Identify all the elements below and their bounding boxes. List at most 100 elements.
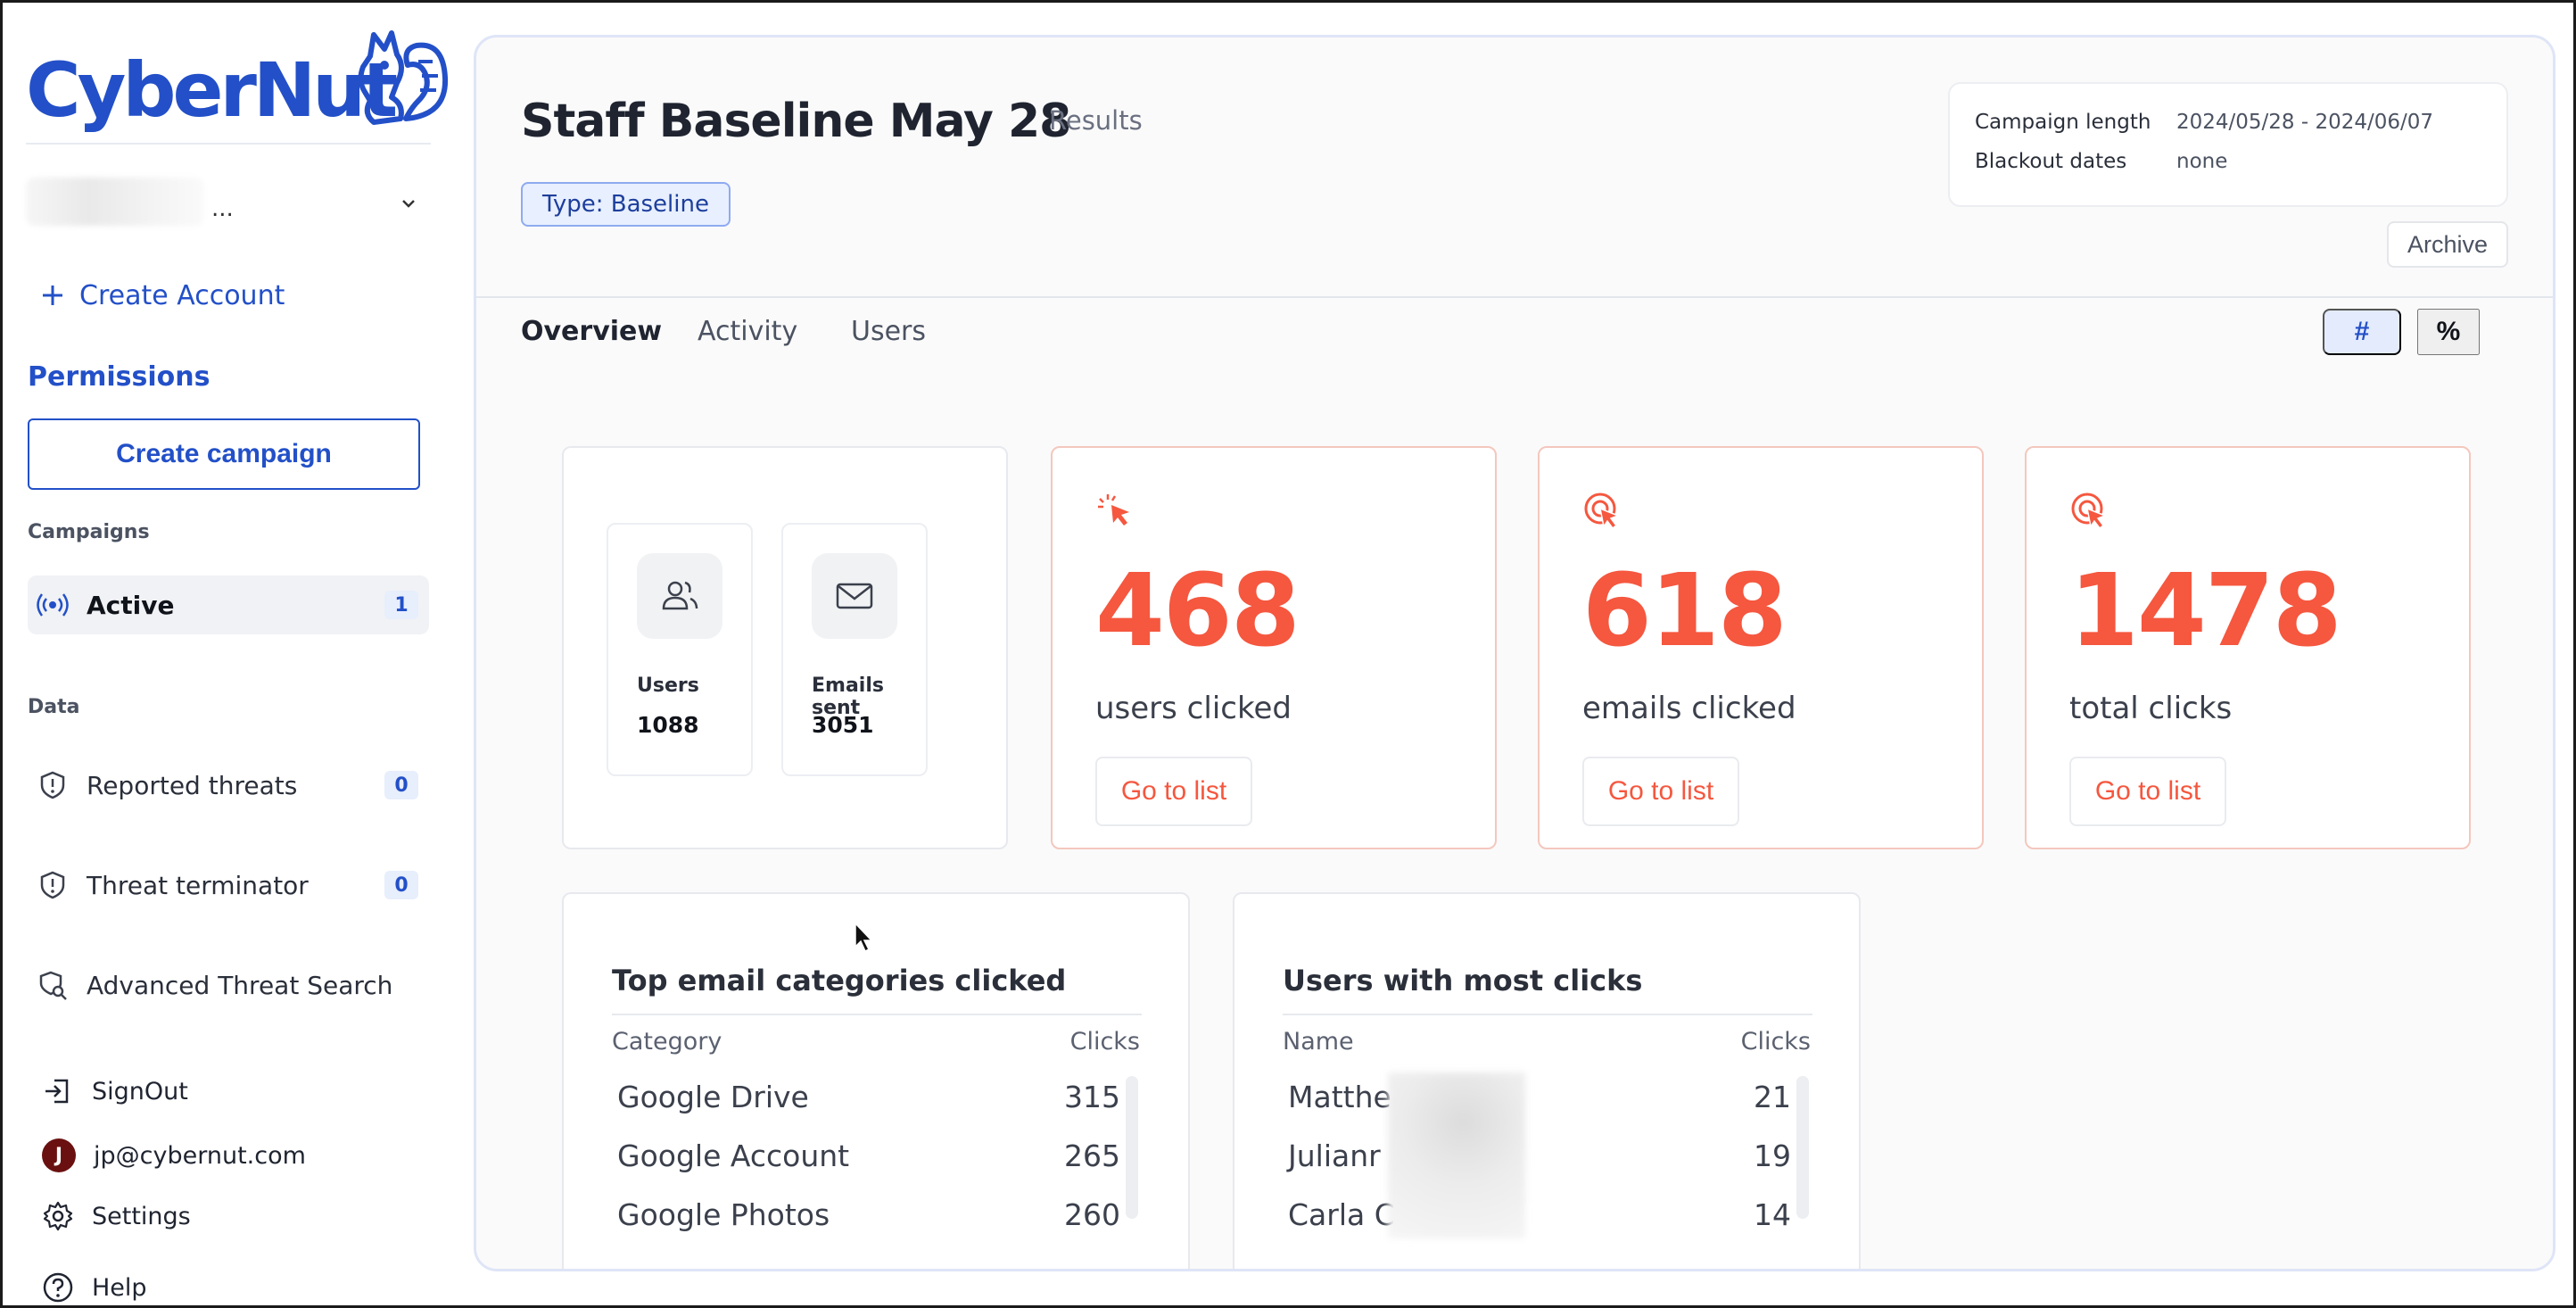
name-column-header: Name	[1283, 1028, 1354, 1056]
top-categories-card: Top email categories clicked Category Cl…	[562, 892, 1190, 1269]
campaign-length-row: Campaign length 2024/05/28 - 2024/06/07	[1975, 111, 2433, 134]
redacted-names	[1388, 1072, 1525, 1238]
count-badge: 0	[384, 771, 418, 799]
emails-clicked-value: 618	[1582, 553, 1788, 669]
category-row-clicks: 265	[1064, 1138, 1120, 1173]
account-selector-value: ...	[211, 195, 234, 222]
users-label: Users	[637, 675, 699, 697]
mail-icon-container	[812, 553, 897, 639]
chevron-down-icon[interactable]	[399, 194, 418, 213]
archive-button[interactable]: Archive	[2387, 221, 2508, 268]
top-categories-title: Top email categories clicked	[612, 964, 1067, 998]
sidebar-item-label: Active	[87, 590, 175, 620]
category-row-clicks: 260	[1064, 1197, 1120, 1232]
total-clicks-card: 1478 total clicks Go to list	[2025, 446, 2471, 849]
user-row-name: Julianr	[1288, 1138, 1381, 1173]
total-clicks-value: 1478	[2069, 553, 2342, 669]
category-row-label: Google Drive	[617, 1080, 809, 1114]
emails-clicked-label: emails clicked	[1582, 691, 1796, 726]
percent-toggle-button[interactable]: %	[2417, 309, 2480, 355]
squirrel-logo-icon	[358, 30, 449, 125]
blackout-dates-row: Blackout dates none	[1975, 150, 2227, 173]
emails-sent-count: 3051	[812, 712, 874, 738]
users-clicked-card: 468 users clicked Go to list	[1051, 446, 1497, 849]
create-account-link[interactable]: Create Account	[40, 276, 285, 315]
signout-label: SignOut	[92, 1077, 188, 1105]
campaign-results-panel: Staff Baseline May 28 Results Type: Base…	[474, 35, 2555, 1271]
campaign-meta-box: Campaign length 2024/05/28 - 2024/06/07 …	[1948, 82, 2508, 207]
signout-link[interactable]: SignOut	[42, 1072, 188, 1111]
user-email: jp@cybernut.com	[94, 1141, 306, 1170]
users-icon-container	[637, 553, 722, 639]
data-section-label: Data	[28, 696, 80, 718]
summary-card: Users 1088 Emails sent 3051	[562, 446, 1008, 849]
emails-clicked-go-to-list-button[interactable]: Go to list	[1582, 757, 1739, 826]
help-icon	[43, 1272, 73, 1303]
sidebar-item-label: Reported threats	[87, 770, 298, 800]
table-divider	[612, 1014, 1142, 1015]
app-window: CyberNut ... Create Account Permissions …	[0, 0, 2576, 1308]
permissions-link[interactable]: Permissions	[28, 361, 211, 393]
header-divider	[476, 296, 2553, 298]
blackout-dates-value: none	[2176, 150, 2228, 173]
sidebar-item-threat-terminator[interactable]: Threat terminator 0	[28, 856, 429, 915]
scrollbar[interactable]	[1126, 1076, 1138, 1219]
mail-icon	[836, 583, 873, 609]
results-breadcrumb[interactable]: Results	[1049, 105, 1143, 136]
campaigns-section-label: Campaigns	[28, 521, 150, 543]
user-row-name: Carla C	[1288, 1197, 1395, 1232]
sidebar-item-label: Threat terminator	[87, 870, 309, 900]
count-badge: 0	[384, 871, 418, 899]
users-clicked-value: 468	[1095, 553, 1300, 669]
scrollbar[interactable]	[1796, 1076, 1809, 1219]
user-row-clicks: 21	[1754, 1080, 1791, 1114]
total-clicks-label: total clicks	[2069, 691, 2233, 726]
target-click-icon	[2071, 493, 2108, 530]
account-selector[interactable]: ...	[26, 178, 424, 228]
clicks-column-header: Clicks	[1069, 1028, 1140, 1056]
help-label: Help	[92, 1273, 147, 1302]
search-shield-icon	[39, 971, 67, 1000]
create-campaign-button[interactable]: Create campaign	[28, 418, 420, 490]
type-badge: Type: Baseline	[521, 182, 731, 227]
plus-icon	[43, 286, 62, 305]
tab-overview[interactable]: Overview	[521, 316, 662, 347]
emails-sent-summary: Emails sent 3051	[781, 523, 928, 776]
avatar: J	[42, 1138, 76, 1172]
users-count: 1088	[637, 712, 699, 738]
cursor-click-icon	[1098, 494, 1129, 526]
settings-label: Settings	[92, 1202, 191, 1230]
users-icon	[662, 581, 698, 610]
count-badge: 1	[384, 591, 418, 619]
total-clicks-go-to-list-button[interactable]: Go to list	[2069, 757, 2226, 826]
help-link[interactable]: Help	[42, 1268, 147, 1305]
signout-icon	[45, 1079, 69, 1104]
mouse-pointer-icon	[855, 922, 873, 953]
logo[interactable]: CyberNut	[26, 22, 449, 138]
sidebar-item-label: Advanced Threat Search	[87, 970, 393, 1000]
page-title: Staff Baseline May 28	[521, 95, 1071, 148]
sidebar: CyberNut ... Create Account Permissions …	[3, 3, 449, 1305]
sidebar-item-reported-threats[interactable]: Reported threats 0	[28, 756, 429, 815]
tab-activity[interactable]: Activity	[698, 316, 797, 347]
sidebar-item-advanced-threat-search[interactable]: Advanced Threat Search	[28, 956, 429, 1014]
user-account[interactable]: J jp@cybernut.com	[42, 1136, 306, 1175]
user-row-clicks: 14	[1754, 1197, 1791, 1232]
top-users-card: Users with most clicks Name Clicks Matth…	[1233, 892, 1861, 1269]
category-row-label: Google Account	[617, 1138, 850, 1173]
tab-users[interactable]: Users	[851, 316, 926, 347]
category-row-label: Google Photos	[617, 1197, 830, 1232]
count-toggle-button[interactable]: #	[2323, 309, 2401, 355]
users-clicked-go-to-list-button[interactable]: Go to list	[1095, 757, 1252, 826]
category-column-header: Category	[612, 1028, 722, 1056]
category-row-clicks: 315	[1064, 1080, 1120, 1114]
settings-link[interactable]: Settings	[42, 1196, 191, 1236]
logo-divider	[26, 143, 431, 145]
emails-clicked-card: 618 emails clicked Go to list	[1538, 446, 1984, 849]
table-divider	[1283, 1014, 1812, 1015]
create-account-label: Create Account	[79, 279, 285, 311]
campaign-length-value: 2024/05/28 - 2024/06/07	[2176, 111, 2434, 134]
users-summary: Users 1088	[607, 523, 753, 776]
sidebar-item-active-campaigns[interactable]: Active 1	[28, 575, 429, 634]
broadcast-icon	[37, 593, 69, 617]
